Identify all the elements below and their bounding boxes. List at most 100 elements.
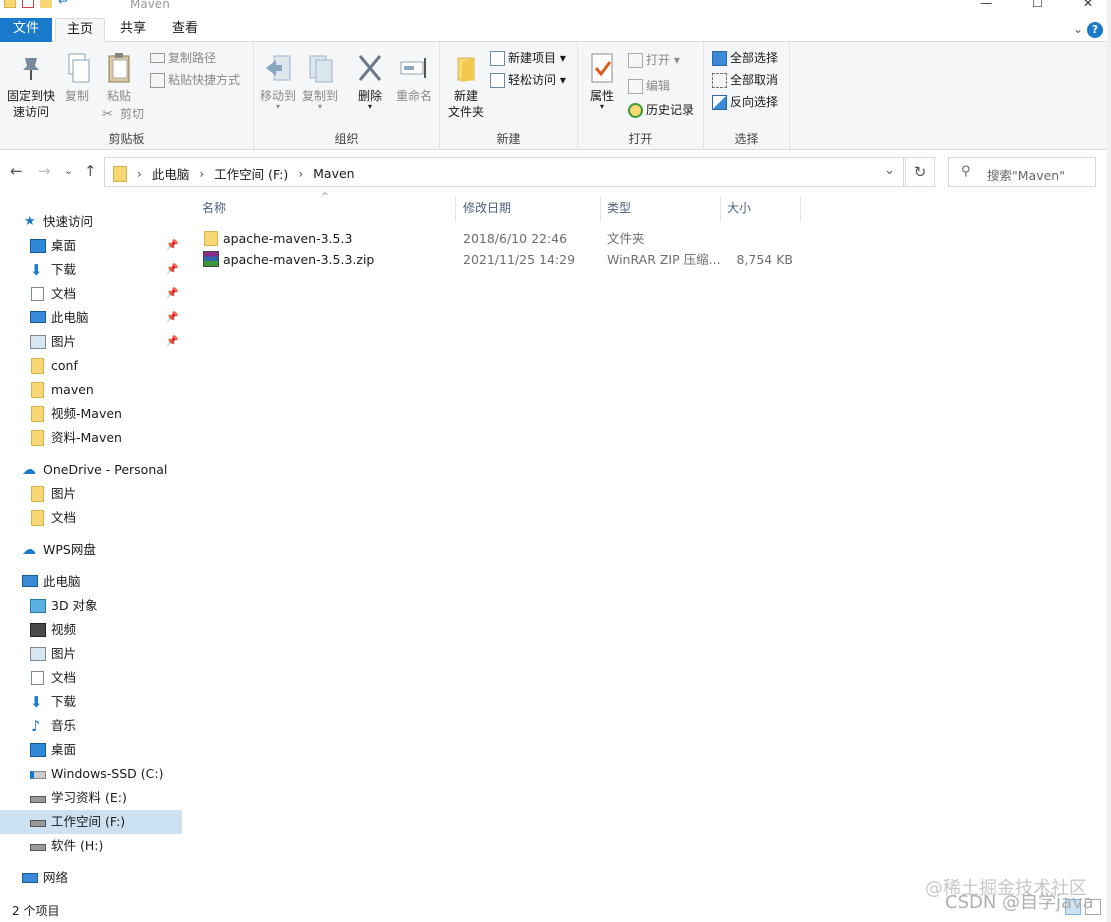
column-divider[interactable] <box>800 196 801 222</box>
column-divider[interactable] <box>455 196 456 222</box>
tab-home[interactable]: 主页 <box>55 18 105 42</box>
pin-icon[interactable]: 📌 <box>166 234 178 258</box>
new-folder-icon[interactable] <box>40 0 52 8</box>
sidebar-item-onedrive[interactable]: ☁ OneDrive - Personal <box>0 458 182 482</box>
maximize-button[interactable]: ☐ <box>1032 0 1043 10</box>
sidebar-item-pictures[interactable]: 图片 📌 <box>0 330 182 354</box>
sidebar-item-3d-objects[interactable]: 3D 对象 <box>0 594 182 618</box>
pin-to-quick-access-button[interactable]: 固定到快 速访问 <box>4 52 58 120</box>
search-input[interactable]: ⚲ 搜索"Maven" <box>948 157 1096 187</box>
folder-icon <box>31 406 44 422</box>
collapse-ribbon-icon[interactable]: ⌄ <box>1073 22 1083 36</box>
sidebar-item-pc-desktop[interactable]: 桌面 <box>0 738 182 762</box>
cut-button[interactable]: ✂ 剪切 <box>102 104 144 124</box>
column-header-name[interactable]: 名称 <box>202 196 452 222</box>
rename-icon <box>398 52 430 86</box>
forward-button[interactable]: → <box>38 162 51 180</box>
select-all-button[interactable]: 全部选择 <box>712 48 778 68</box>
sidebar-item-pc-downloads[interactable]: ⬇ 下载 <box>0 690 182 714</box>
sidebar-item-this-pc-quick[interactable]: 此电脑 📌 <box>0 306 182 330</box>
paste-button[interactable]: 粘贴 <box>100 52 138 104</box>
column-header-type[interactable]: 类型 <box>607 196 717 222</box>
history-button[interactable]: 历史记录 <box>628 100 694 120</box>
pin-icon[interactable]: 📌 <box>166 282 178 306</box>
sidebar-item-drive-e[interactable]: 学习资料 (E:) <box>0 786 182 810</box>
breadcrumb-drive-f[interactable]: 工作空间 (F:) <box>214 164 288 183</box>
pin-icon[interactable]: 📌 <box>166 306 178 330</box>
move-to-button[interactable]: 移动到 ▾ <box>258 52 298 111</box>
sidebar-item-drive-h[interactable]: 软件 (H:) <box>0 834 182 858</box>
minimize-button[interactable]: — <box>980 0 992 10</box>
undo-icon[interactable]: ↩ <box>58 0 70 8</box>
folder-icon[interactable] <box>4 0 16 8</box>
sidebar-item-conf[interactable]: conf <box>0 354 182 378</box>
tab-share[interactable]: 共享 <box>110 18 156 42</box>
tab-view[interactable]: 查看 <box>162 18 208 42</box>
delete-button[interactable]: 删除 ▾ <box>350 52 390 111</box>
new-item-button[interactable]: 新建项目 ▾ <box>490 48 566 68</box>
copy-to-button[interactable]: 复制到 ▾ <box>300 52 340 111</box>
sidebar-item-downloads[interactable]: ⬇ 下载 📌 <box>0 258 182 282</box>
invert-selection-button[interactable]: 反向选择 <box>712 92 778 112</box>
breadcrumb-separator[interactable]: › <box>298 167 303 181</box>
delete-x-icon <box>354 52 386 86</box>
sidebar-item-wps[interactable]: ☁ WPS网盘 <box>0 538 182 562</box>
help-icon[interactable]: ? <box>1087 22 1103 38</box>
sidebar-item-onedrive-documents[interactable]: 文档 <box>0 506 182 530</box>
address-dropdown-icon[interactable]: ⌄ <box>884 163 895 178</box>
document-icon <box>31 671 44 685</box>
file-row[interactable]: apache-maven-3.5.3.zip 2021/11/25 14:29 … <box>196 249 801 270</box>
properties-icon[interactable] <box>22 0 34 8</box>
edit-button[interactable]: 编辑 <box>628 76 670 96</box>
pin-icon[interactable]: 📌 <box>166 258 178 282</box>
sidebar-item-quick-access[interactable]: ★ 快速访问 <box>0 210 182 234</box>
breadcrumb-separator[interactable]: › <box>137 167 142 181</box>
address-bar[interactable]: › 此电脑 › 工作空间 (F:) › Maven ⌄ <box>104 157 904 187</box>
new-item-icon <box>490 50 505 66</box>
sidebar-item-music[interactable]: ♪ 音乐 <box>0 714 182 738</box>
close-button[interactable]: ✕ <box>1083 0 1093 10</box>
column-divider[interactable] <box>720 196 721 222</box>
copy-path-button[interactable]: 复制路径 <box>150 48 216 68</box>
column-divider[interactable] <box>600 196 601 222</box>
sidebar-item-videos[interactable]: 视频 <box>0 618 182 642</box>
recent-locations-button[interactable]: ⌄ <box>64 164 73 177</box>
paste-shortcut-icon <box>150 72 165 88</box>
open-button[interactable]: 打开 ▾ <box>628 50 680 70</box>
column-header-size[interactable]: 大小 <box>727 196 797 222</box>
breadcrumb-separator[interactable]: › <box>199 167 204 181</box>
sidebar-item-onedrive-pictures[interactable]: 图片 <box>0 482 182 506</box>
column-header-date[interactable]: 修改日期 <box>463 196 598 222</box>
paste-shortcut-button[interactable]: 粘贴快捷方式 <box>150 70 240 90</box>
sidebar-item-documents[interactable]: 文档 📌 <box>0 282 182 306</box>
sidebar-item-maven[interactable]: maven <box>0 378 182 402</box>
copy-icon <box>61 52 93 86</box>
properties-button[interactable]: 属性 ▾ <box>584 52 620 111</box>
sidebar-item-desktop[interactable]: 桌面 📌 <box>0 234 182 258</box>
tab-file[interactable]: 文件 <box>0 18 52 42</box>
pin-icon[interactable]: 📌 <box>166 330 178 354</box>
select-all-icon <box>712 50 727 66</box>
sidebar-item-drive-f[interactable]: 工作空间 (F:) <box>0 810 182 834</box>
select-none-button[interactable]: 全部取消 <box>712 70 778 90</box>
sidebar-item-network[interactable]: 网络 <box>0 866 182 890</box>
sidebar-item-pc-pictures[interactable]: 图片 <box>0 642 182 666</box>
breadcrumb-maven[interactable]: Maven <box>313 166 354 181</box>
search-icon: ⚲ <box>961 164 971 179</box>
up-button[interactable]: ↑ <box>84 162 97 180</box>
sidebar-item-materials-maven[interactable]: 资料-Maven <box>0 426 182 450</box>
back-button[interactable]: ← <box>10 162 23 180</box>
select-group: 全部选择 全部取消 反向选择 选择 <box>704 42 790 150</box>
sidebar-item-pc-documents[interactable]: 文档 <box>0 666 182 690</box>
file-date: 2018/6/10 22:46 <box>463 231 568 246</box>
new-folder-button[interactable]: 新建 文件夹 <box>444 52 488 120</box>
rename-button[interactable]: 重命名 <box>392 52 436 104</box>
sidebar-item-video-maven[interactable]: 视频-Maven <box>0 402 182 426</box>
refresh-button[interactable]: ↻ <box>905 157 935 187</box>
file-row[interactable]: apache-maven-3.5.3 2018/6/10 22:46 文件夹 <box>196 228 801 249</box>
breadcrumb-this-pc[interactable]: 此电脑 <box>152 164 190 183</box>
sidebar-item-this-pc[interactable]: 此电脑 <box>0 570 182 594</box>
easy-access-button[interactable]: 轻松访问 ▾ <box>490 70 566 90</box>
copy-button[interactable]: 复制 <box>60 52 94 104</box>
sidebar-item-drive-c[interactable]: Windows-SSD (C:) <box>0 762 182 786</box>
